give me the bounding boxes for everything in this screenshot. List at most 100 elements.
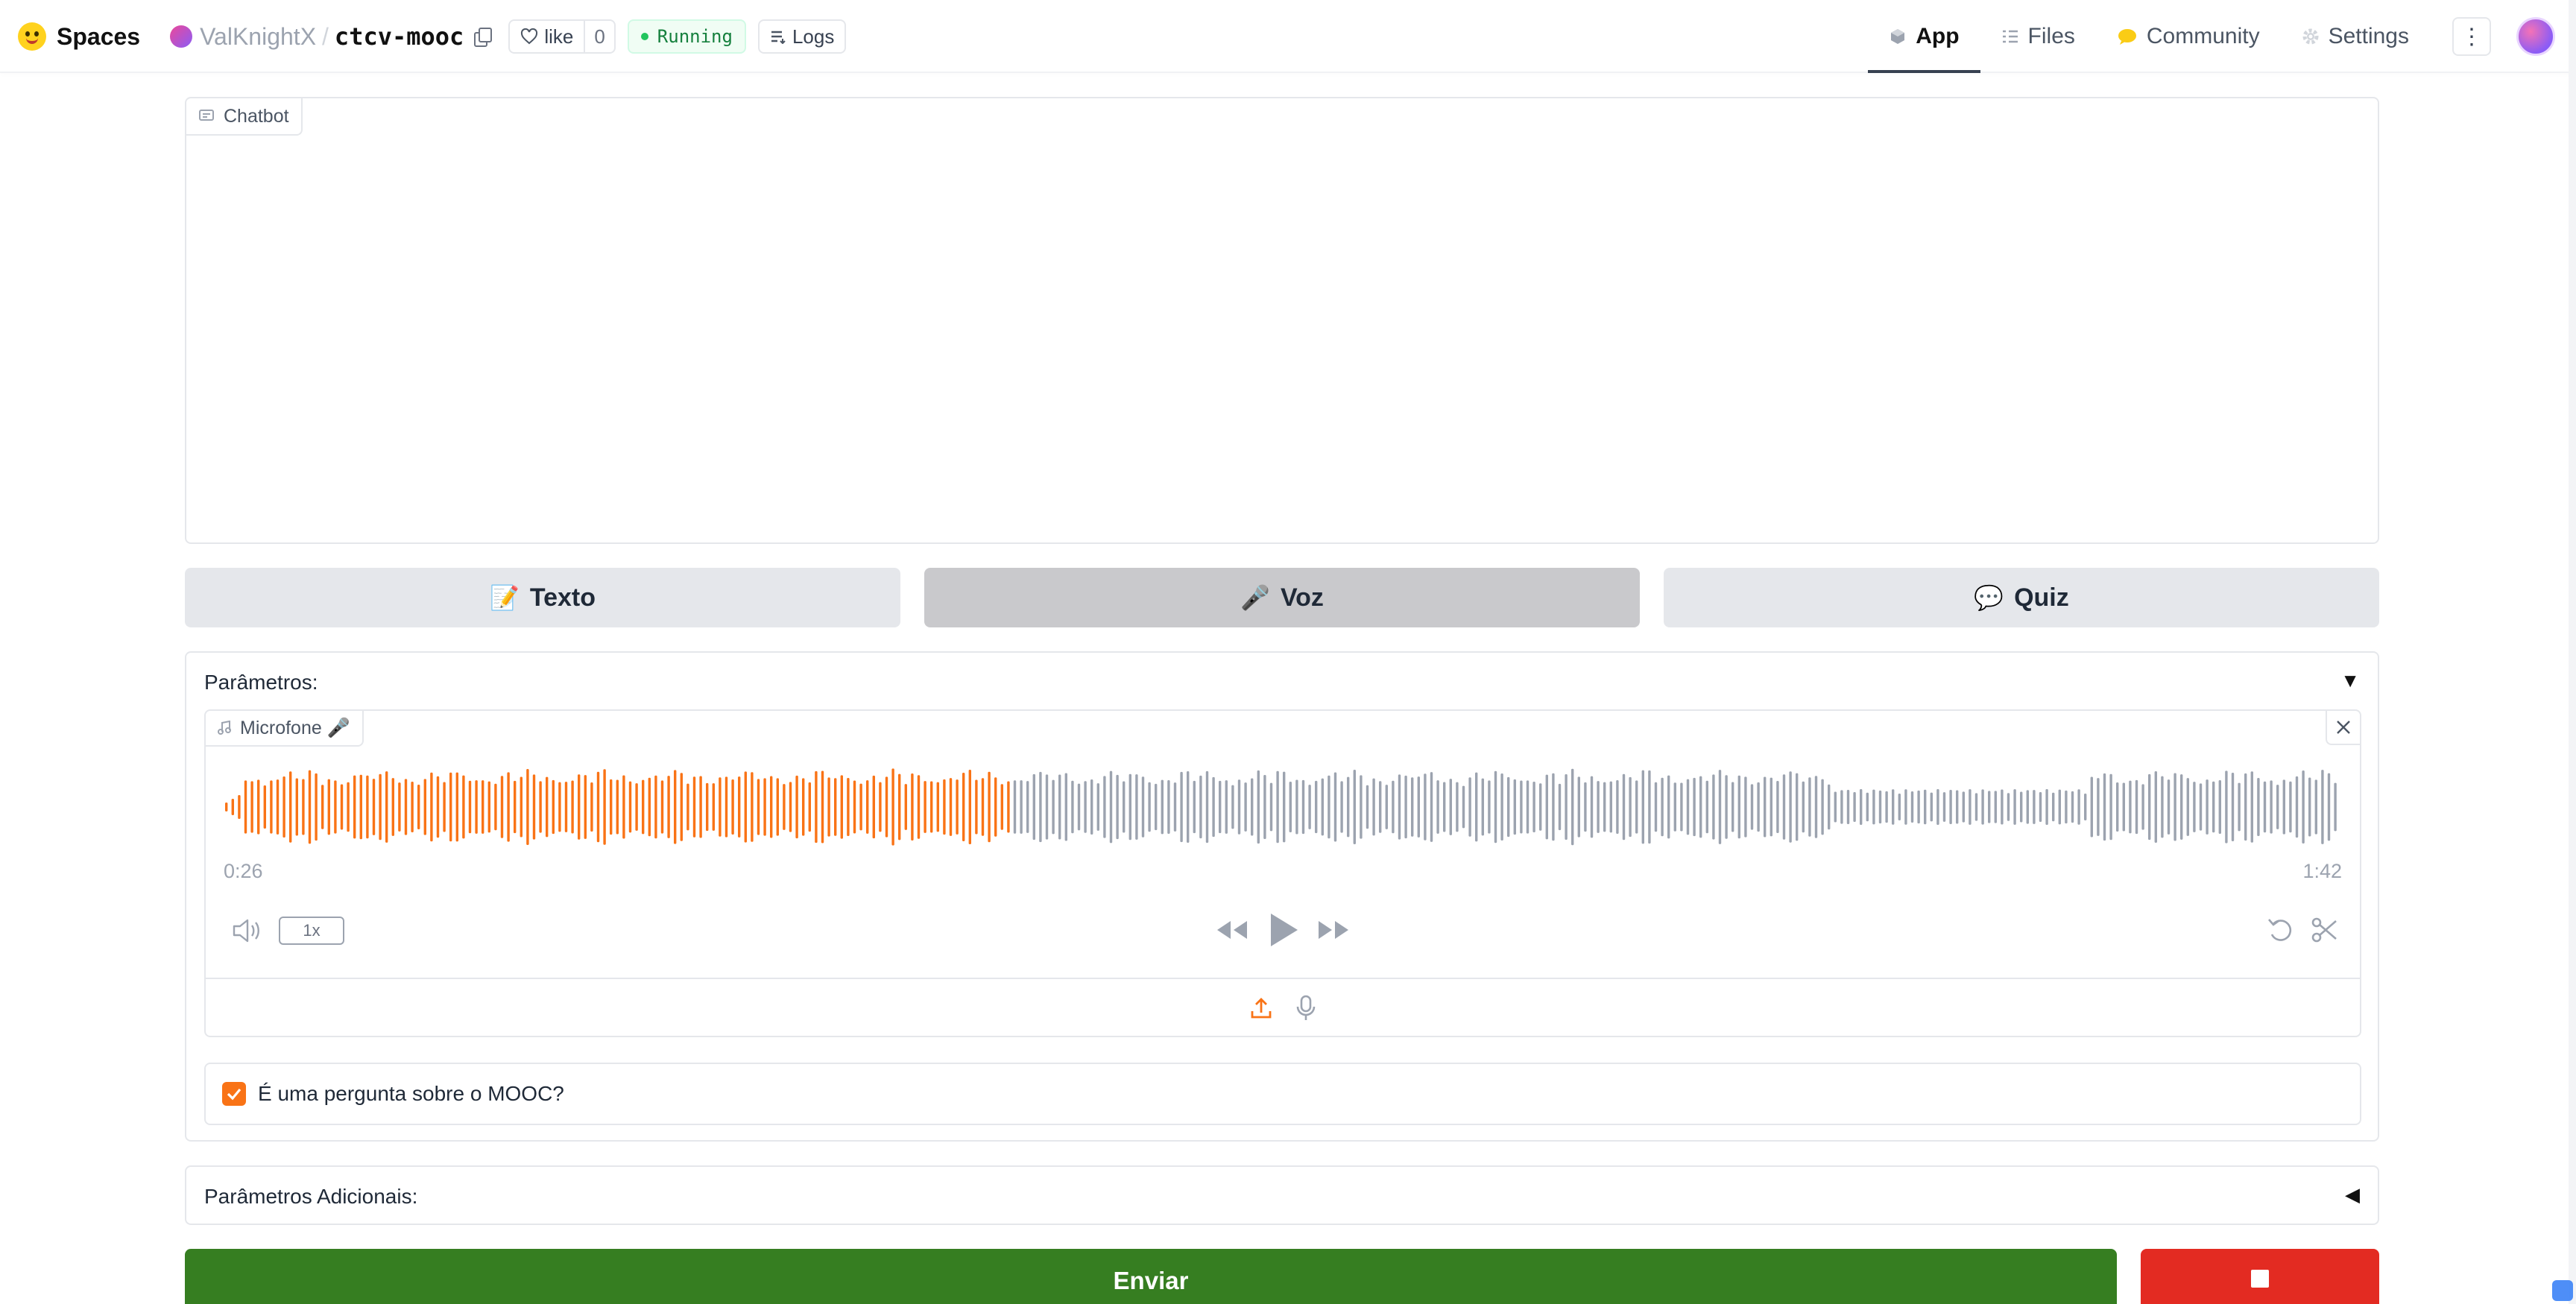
tab-files[interactable]: Files [1980, 0, 2096, 73]
clear-audio-button[interactable] [2326, 711, 2360, 745]
memo-icon: 📝 [490, 584, 520, 611]
waveform-bar [1424, 773, 1427, 841]
stop-button[interactable] [2141, 1249, 2379, 1304]
waveform-bar [1796, 773, 1799, 841]
playback-speed-button[interactable]: 1x [279, 917, 344, 945]
waveform-bar [244, 780, 247, 834]
parameters-accordion: Parâmetros: ▼ Microfone 🎤 0:26 1:42 1x É… [185, 651, 2379, 1142]
current-time: 0:26 [224, 860, 263, 882]
waveform-bar [872, 775, 875, 839]
waveform-bar [1071, 780, 1074, 834]
waveform-bar [1590, 776, 1594, 838]
waveform-bar [1808, 777, 1811, 837]
waveform-bar [924, 781, 926, 833]
waveform-bar [731, 779, 734, 835]
waveform-bar [2186, 778, 2189, 836]
waveform-bar [943, 779, 946, 835]
waveform-bar [1039, 771, 1042, 843]
waveform-bar [1731, 782, 1734, 832]
mooc-question-checkbox[interactable] [222, 1082, 246, 1106]
extension-icon[interactable] [2552, 1280, 2573, 1301]
waveform-bar [1244, 782, 1247, 832]
upload-icon[interactable] [1249, 996, 1273, 1020]
scissors-icon[interactable] [2309, 915, 2339, 945]
like-toggle[interactable]: like [510, 21, 584, 52]
waveform-bar [2206, 779, 2209, 835]
waveform-bar [398, 782, 401, 832]
chatbot-panel[interactable]: Chatbot [185, 97, 2379, 544]
waveform-bar [1866, 792, 1869, 822]
chatbot-label-text: Chatbot [224, 105, 289, 127]
parameters-title[interactable]: Parâmetros: [204, 671, 318, 694]
edit-controls [2266, 915, 2339, 945]
waveform-bar [635, 783, 638, 831]
waveform-bar [1956, 790, 1959, 824]
waveform-bar [1353, 770, 1356, 844]
texto-button[interactable]: 📝 Texto [185, 568, 900, 627]
waveform-bar [2161, 776, 2164, 838]
waveform-bar [1456, 782, 1459, 832]
waveform-bar [263, 785, 266, 829]
waveform-bar [1526, 780, 1530, 834]
volume-icon[interactable] [231, 917, 264, 945]
waveform-bar [500, 776, 504, 838]
waveform-bar [1295, 779, 1298, 835]
microphone-icon: 🎤 [1240, 584, 1270, 611]
waveform-bar [359, 774, 362, 840]
submit-button[interactable]: Enviar [185, 1249, 2117, 1304]
waveform-bar [468, 780, 472, 834]
waveform-bar [2263, 781, 2267, 833]
waveform-bar [1539, 783, 1542, 831]
waveform-bar [584, 775, 587, 839]
waveform-bar [1116, 774, 1119, 840]
tab-settings[interactable]: Settings [2281, 0, 2430, 73]
waveform-bar [2039, 792, 2042, 822]
additional-parameters-accordion[interactable]: Parâmetros Adicionais: ◀ [185, 1165, 2379, 1225]
spaces-brand-link[interactable]: Spaces [57, 23, 140, 51]
status-badge[interactable]: Running [627, 19, 746, 54]
copy-icon[interactable] [474, 28, 493, 47]
owner-link[interactable]: ValKnightX [200, 23, 316, 51]
waveform-bar [1725, 775, 1728, 839]
waveform-bar [2007, 793, 2010, 821]
tab-app[interactable]: App [1868, 0, 1980, 73]
user-avatar[interactable] [2516, 17, 2555, 56]
waveform-bar [270, 780, 273, 834]
microphone-source-icon[interactable] [1295, 995, 1316, 1022]
waveform-bar [1641, 770, 1644, 844]
tab-community[interactable]: Community [2096, 0, 2281, 73]
repo-name-link[interactable]: ctcv-mooc [335, 22, 464, 51]
waveform-bar [1109, 770, 1113, 844]
additional-parameters-title[interactable]: Parâmetros Adicionais: [204, 1185, 417, 1209]
logs-button[interactable]: Logs [757, 19, 847, 54]
waveform-bar [1814, 776, 1818, 838]
huggingface-logo-icon[interactable] [18, 22, 46, 51]
expand-arrow-icon[interactable]: ◀ [2345, 1183, 2360, 1206]
waveform-bar [1231, 785, 1234, 829]
header-left: Spaces ValKnightX / ctcv-mooc like 0 Run… [18, 0, 847, 73]
waveform-bar [334, 780, 337, 834]
quiz-button[interactable]: 💬 Quiz [1664, 568, 2379, 627]
rewind-icon[interactable] [1214, 918, 1250, 942]
waveform[interactable] [224, 766, 2343, 848]
voz-button[interactable]: 🎤 Voz [924, 568, 1640, 627]
waveform-bar [1654, 782, 1658, 832]
waveform-bar [2097, 778, 2100, 836]
waveform-bar [975, 779, 978, 835]
fast-forward-icon[interactable] [1316, 918, 1351, 942]
waveform-bar [2282, 779, 2285, 835]
waveform-bar [763, 778, 766, 836]
more-options-button[interactable]: ⋮ [2452, 17, 2491, 56]
waveform-bar [1333, 772, 1337, 842]
waveform-bar [840, 775, 843, 839]
play-icon[interactable] [1265, 911, 1301, 949]
mooc-question-label[interactable]: É uma pergunta sobre o MOOC? [258, 1082, 564, 1106]
waveform-bar [295, 778, 298, 836]
undo-icon[interactable] [2266, 915, 2296, 945]
like-button[interactable]: like 0 [508, 19, 616, 54]
waveform-bar [1289, 782, 1292, 832]
collapse-arrow-icon[interactable]: ▼ [2340, 669, 2360, 692]
waveform-bar [1398, 774, 1401, 840]
waveform-bar [1321, 778, 1324, 836]
like-count[interactable]: 0 [584, 21, 613, 52]
